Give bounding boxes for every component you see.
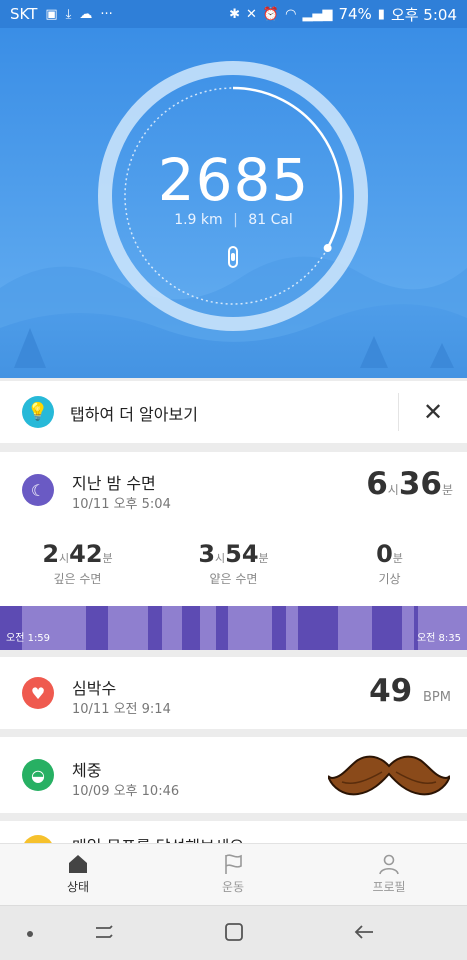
download-icon: ⤓ bbox=[65, 6, 72, 22]
deep-sleep-stat: 2시42분 깊은 수면 bbox=[0, 540, 155, 587]
mustache-sticker bbox=[328, 755, 450, 796]
signal-icon: ▂▄▆ bbox=[302, 6, 333, 22]
calories-value: 81 bbox=[248, 212, 267, 228]
deep-minute-unit: 분 bbox=[102, 552, 113, 565]
lightbulb-icon: 💡 bbox=[22, 396, 54, 428]
stat-separator: | bbox=[233, 212, 238, 228]
flag-icon bbox=[225, 854, 242, 874]
sleep-timestamp: 10/11 오후 5:04 bbox=[72, 497, 171, 512]
tab-label: 상태 bbox=[66, 880, 90, 894]
band-icon bbox=[228, 246, 238, 268]
distance-value: 1.9 bbox=[174, 212, 197, 228]
clock: 오후 5:04 bbox=[390, 5, 457, 24]
heart-rate-card[interactable]: ♥ 심박수 10/11 오전 9:14 49 BPM bbox=[0, 657, 467, 729]
tab-label: 프로필 bbox=[372, 880, 406, 894]
awake-minutes: 0 bbox=[376, 540, 393, 568]
sleep-total-minutes: 36 bbox=[398, 466, 442, 502]
sleep-end-time: 오전 8:35 bbox=[416, 633, 461, 644]
awake-minute-unit: 분 bbox=[392, 552, 403, 565]
light-sleep-stat: 3시54분 얕은 수면 bbox=[156, 540, 311, 587]
alarm-icon: ⏰ bbox=[262, 6, 280, 22]
person-icon bbox=[379, 854, 399, 875]
tab-profile[interactable]: 프로필 bbox=[339, 852, 439, 895]
heart-rate-timestamp: 10/11 오전 9:14 bbox=[72, 702, 171, 717]
tab-label: 운동 bbox=[221, 880, 245, 894]
dot-icon bbox=[27, 931, 33, 937]
moon-icon: ☾ bbox=[22, 474, 54, 506]
status-bar: SKT ▣ ⤓ ☁ ··· ✱ ✕ ⏰ ◠ ▂▄▆ 74% ▮ 오후 5:04 bbox=[0, 0, 467, 28]
carrier-label: SKT bbox=[10, 5, 38, 23]
bluetooth-icon: ✱ bbox=[229, 6, 240, 22]
tip-card[interactable]: 💡 탭하여 더 알아보기 ✕ bbox=[0, 381, 467, 443]
recent-apps-icon[interactable] bbox=[92, 920, 116, 944]
light-sleep-label: 얕은 수면 bbox=[209, 572, 258, 586]
gallery-icon: ▣ bbox=[45, 6, 58, 22]
sleep-minute-unit: 분 bbox=[441, 483, 453, 497]
bpm-unit: BPM bbox=[423, 690, 451, 705]
tip-text: 탭하여 더 알아보기 bbox=[70, 405, 198, 424]
home-button-icon[interactable] bbox=[222, 920, 246, 944]
sleep-timeline: 오전 1:59 오전 8:35 bbox=[0, 606, 467, 650]
bpm-value: 49 bbox=[369, 673, 413, 709]
light-minute-unit: 분 bbox=[258, 552, 269, 565]
deep-segment bbox=[86, 606, 108, 650]
deep-minutes: 42 bbox=[69, 540, 103, 568]
sleep-start-time: 오전 1:59 bbox=[6, 633, 51, 644]
back-icon[interactable] bbox=[352, 920, 376, 944]
bottom-tab-bar: 상태 운동 프로필 bbox=[0, 843, 467, 905]
system-nav-bar bbox=[0, 905, 467, 960]
scale-icon: ◒ bbox=[22, 759, 54, 791]
divider bbox=[398, 393, 399, 431]
heart-icon: ♥ bbox=[22, 677, 54, 709]
tab-exercise[interactable]: 운동 bbox=[183, 852, 283, 895]
heart-rate-value: 49 BPM bbox=[369, 673, 451, 709]
activity-substats: 1.9 km | 81 Cal bbox=[0, 212, 467, 228]
home-icon bbox=[69, 855, 87, 873]
notification-icon: ☁ bbox=[79, 6, 93, 22]
distance-unit: km bbox=[200, 212, 223, 228]
deep-hours: 2 bbox=[42, 540, 60, 568]
close-icon[interactable]: ✕ bbox=[418, 397, 448, 427]
light-minutes: 54 bbox=[225, 540, 259, 568]
heart-rate-title: 심박수 bbox=[72, 679, 117, 698]
deep-segment bbox=[216, 606, 228, 650]
deep-segment bbox=[272, 606, 286, 650]
awake-stat: 0분 기상 bbox=[312, 540, 467, 587]
deep-segment bbox=[182, 606, 200, 650]
sleep-title: 지난 밤 수면 bbox=[72, 474, 156, 493]
battery-icon: ▮ bbox=[377, 6, 385, 22]
calories-unit: Cal bbox=[270, 212, 293, 228]
deep-sleep-label: 깊은 수면 bbox=[53, 572, 102, 586]
sleep-hour-unit: 시 bbox=[387, 483, 399, 497]
weight-title: 체중 bbox=[72, 761, 102, 780]
deep-segment bbox=[298, 606, 338, 650]
tab-status[interactable]: 상태 bbox=[28, 852, 128, 895]
sleep-total: 6시36분 bbox=[366, 466, 453, 502]
sleep-total-hours: 6 bbox=[366, 466, 388, 502]
deep-hour-unit: 시 bbox=[59, 552, 70, 565]
light-hours: 3 bbox=[198, 540, 216, 568]
mute-icon: ✕ bbox=[246, 6, 257, 22]
light-hour-unit: 시 bbox=[215, 552, 226, 565]
step-count: 2685 bbox=[157, 146, 310, 214]
more-icon: ··· bbox=[100, 6, 113, 22]
progress-dot bbox=[323, 244, 332, 253]
sleep-card[interactable]: ☾ 지난 밤 수면 10/11 오후 5:04 6시36분 2시42분 깊은 수… bbox=[0, 452, 467, 650]
deep-segment bbox=[372, 606, 402, 650]
wifi-icon: ◠ bbox=[285, 6, 297, 22]
activity-hero[interactable]: 2685 1.9 km | 81 Cal bbox=[0, 28, 467, 378]
deep-segment bbox=[148, 606, 162, 650]
battery-percent: 74% bbox=[338, 5, 372, 23]
awake-label: 기상 bbox=[378, 572, 401, 586]
weight-timestamp: 10/09 오후 10:46 bbox=[72, 784, 180, 799]
